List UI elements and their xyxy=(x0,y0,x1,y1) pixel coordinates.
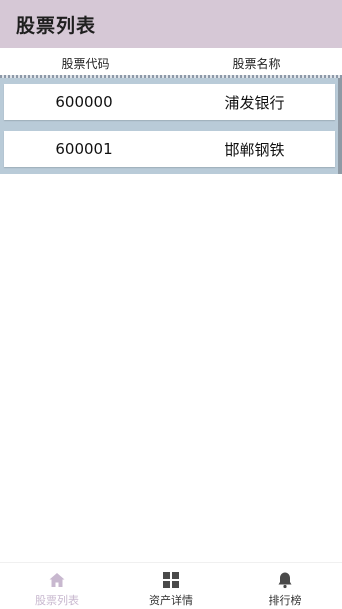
header-stock-name: 股票名称 xyxy=(232,56,281,71)
nav-label: 排行榜 xyxy=(268,594,302,607)
bell-icon xyxy=(278,572,292,589)
nav-item-stock-list[interactable]: 股票列表 xyxy=(0,563,114,609)
stock-list[interactable]: 600000 浦发银行 600001 邯郸钢铁 xyxy=(0,78,342,174)
stock-code: 600001 xyxy=(55,140,113,158)
page-title: 股票列表 xyxy=(16,14,97,37)
nav-label: 股票列表 xyxy=(35,594,79,607)
nav-item-asset-details[interactable]: 资产详情 xyxy=(114,563,228,609)
stock-row[interactable]: 600001 邯郸钢铁 xyxy=(4,131,335,167)
nav-label: 资产详情 xyxy=(149,594,193,607)
bottom-nav: 股票列表 资产详情 排行榜 xyxy=(0,562,342,609)
app-bar: 股票列表 xyxy=(0,0,342,48)
stock-code: 600000 xyxy=(55,93,113,111)
header-stock-code: 股票代码 xyxy=(61,56,110,71)
grid-icon xyxy=(163,572,179,588)
table-header: 股票代码 股票名称 xyxy=(0,48,342,78)
home-icon xyxy=(49,573,65,587)
stock-row[interactable]: 600000 浦发银行 xyxy=(4,84,335,120)
stock-name: 浦发银行 xyxy=(224,93,285,112)
stock-name: 邯郸钢铁 xyxy=(224,140,285,159)
nav-item-ranking[interactable]: 排行榜 xyxy=(228,563,342,609)
